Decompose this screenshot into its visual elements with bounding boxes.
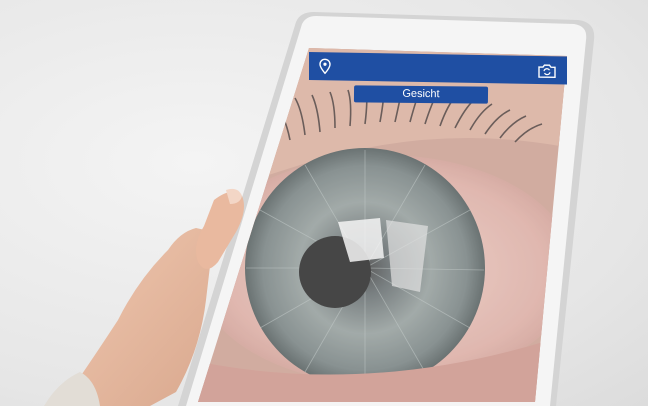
camera-switch-icon[interactable] [537, 64, 557, 79]
photo-scene: Gesicht [0, 0, 648, 406]
map-pin-icon[interactable] [318, 58, 332, 75]
face-mode-button[interactable]: Gesicht [353, 85, 489, 104]
app-header-bar [309, 52, 567, 85]
